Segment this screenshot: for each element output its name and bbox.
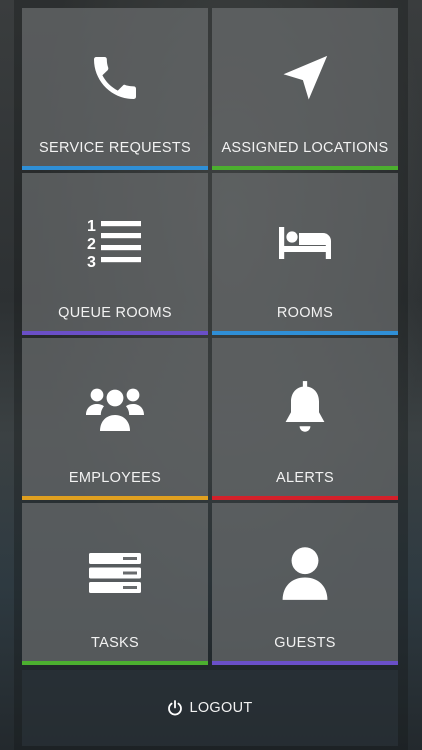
power-icon <box>168 700 183 716</box>
bed-icon <box>279 227 331 259</box>
navigation-arrow-icon <box>283 55 328 100</box>
numbered-list-icon: 1 2 3 <box>87 218 141 271</box>
tile-label: QUEUE ROOMS <box>58 305 172 321</box>
tile-queue-rooms[interactable]: 1 2 3 QUEUE ROOMS <box>22 173 208 335</box>
tile-label: EMPLOYEES <box>68 470 162 486</box>
svg-text:3: 3 <box>87 254 96 271</box>
tile-assigned-locations[interactable]: ASSIGNED LOCATIONS <box>212 8 398 170</box>
logout-label: LOGOUT <box>189 700 253 716</box>
tile-accent-bar <box>212 661 398 665</box>
tile-employees[interactable]: EMPLOYEES <box>22 338 208 500</box>
tile-label: TASKS <box>91 635 139 651</box>
tile-guests[interactable]: GUESTS <box>212 503 398 665</box>
tile-label: SERVICE REQUESTS <box>39 140 191 156</box>
svg-text:1: 1 <box>87 218 96 235</box>
tile-label: GUESTS <box>274 635 336 651</box>
tile-alerts[interactable]: ALERTS <box>212 338 398 500</box>
tile-accent-bar <box>22 661 208 665</box>
menu-grid: SERVICE REQUESTS ASSIGNED LOCATIONS 1 2 … <box>22 8 398 665</box>
server-list-icon <box>89 553 141 593</box>
tile-service-requests[interactable]: SERVICE REQUESTS <box>22 8 208 170</box>
svg-text:2: 2 <box>87 236 96 253</box>
phone-icon <box>94 57 136 99</box>
tile-accent-bar <box>212 331 398 335</box>
tile-tasks[interactable]: TASKS <box>22 503 208 665</box>
tile-label: ASSIGNED LOCATIONS <box>221 140 389 156</box>
tile-rooms[interactable]: ROOMS <box>212 173 398 335</box>
user-icon <box>282 547 328 600</box>
tile-accent-bar <box>22 166 208 170</box>
tile-accent-bar <box>22 496 208 500</box>
tile-label: ALERTS <box>276 470 334 486</box>
bell-icon <box>285 381 325 432</box>
tile-accent-bar <box>22 331 208 335</box>
tile-accent-bar <box>212 166 398 170</box>
logout-button[interactable]: LOGOUT <box>22 670 398 746</box>
group-icon <box>86 388 144 431</box>
tile-label: ROOMS <box>276 305 334 321</box>
tile-accent-bar <box>212 496 398 500</box>
